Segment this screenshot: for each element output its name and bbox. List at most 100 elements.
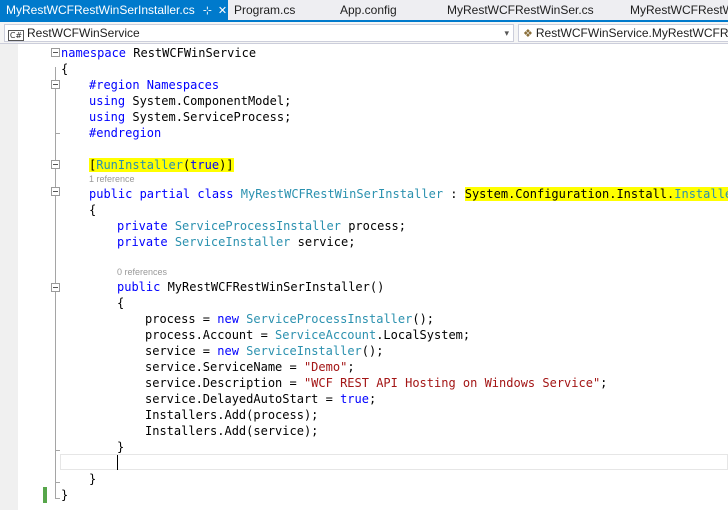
punctuation: : [443, 187, 465, 201]
code-line-statement: service.Description = "WCF REST API Host… [145, 375, 607, 391]
code-text: .LocalSystem; [376, 328, 471, 342]
codelens-references[interactable]: 1 reference [89, 173, 135, 185]
code-line-statement: service = new ServiceInstaller(); [145, 343, 383, 359]
collapse-region-icon[interactable] [51, 80, 60, 89]
highlight-mark: [RunInstaller(true)] [89, 158, 234, 172]
namespace-name: System.Configuration.Install. [464, 187, 675, 201]
keyword: new [217, 312, 239, 326]
outline-guide [55, 91, 56, 133]
outline-guide-end [55, 482, 60, 483]
tab-label: Program.cs [234, 3, 296, 17]
document-tab-strip: MyRestWCFRestWinSerInstaller.cs ⊹ ✕ Progra… [0, 0, 728, 22]
collapse-attribute-icon[interactable] [51, 160, 60, 169]
type-name: Installer [674, 187, 728, 201]
type-dropdown[interactable]: ❖ RestWCFWinService.MyRestWCFRes [518, 24, 728, 42]
code-line-attribute: [RunInstaller(true)] [89, 157, 234, 173]
pin-icon[interactable]: ⊹ [203, 5, 212, 17]
keyword: true [190, 158, 220, 172]
glyph-margin [0, 44, 18, 510]
code-text: process = [145, 312, 218, 326]
type-name: ServiceInstaller [174, 235, 291, 249]
code-line-namespace: namespace RestWCFWinService [61, 45, 256, 61]
close-icon[interactable]: ✕ [218, 5, 227, 17]
code-line-brace: } [61, 488, 69, 502]
code-line-statement: service.DelayedAutoStart = true; [145, 391, 376, 407]
keyword: using [89, 94, 126, 108]
type-name: RunInstaller [96, 158, 183, 172]
collapse-constructor-icon[interactable] [51, 283, 60, 292]
constructor-name: MyRestWCFRestWinSerInstaller() [160, 280, 385, 294]
keyword: new [217, 344, 239, 358]
code-text: process.Account = [145, 328, 276, 342]
code-line-brace: } [117, 440, 125, 454]
change-indicator [43, 487, 47, 503]
project-dropdown[interactable]: C# RestWCFWinService ▾ [4, 24, 514, 42]
tab-label: MyRestWCFRestWi [630, 3, 728, 17]
tab-myrestwcfrestwinserinstaller[interactable]: MyRestWCFRestWinSerInstaller.cs ⊹ ✕ [0, 0, 228, 20]
project-dropdown-value: RestWCFWinService [27, 26, 140, 40]
code-text: service.Description = [145, 376, 304, 390]
class-name: MyRestWCFRestWinSerInstaller [240, 187, 444, 201]
code-line-brace: { [89, 203, 97, 217]
code-line-brace: } [89, 472, 97, 486]
outline-guide-end [55, 498, 60, 499]
code-line-class-declaration: public partial class MyRestWCFRestWinSer… [89, 186, 728, 202]
code-line-field: private ServiceProcessInstaller process; [117, 218, 406, 234]
keyword: using [89, 110, 126, 124]
code-line-field: private ServiceInstaller service; [117, 234, 355, 250]
chevron-down-icon: ▾ [504, 28, 509, 38]
text-caret [117, 455, 118, 470]
keyword: private [117, 219, 168, 233]
current-line-highlight [60, 454, 728, 470]
keyword: partial [132, 187, 191, 201]
outline-guide [55, 171, 56, 183]
keyword: true [340, 392, 369, 406]
string-literal: "WCF REST API Hosting on Windows Service… [303, 376, 601, 390]
tab-app-config[interactable]: App.config [334, 0, 403, 20]
code-line-statement: Installers.Add(process); [145, 408, 319, 422]
collapse-class-icon[interactable] [51, 187, 60, 196]
class-icon: ❖ [523, 28, 533, 40]
codelens-references[interactable]: 0 references [117, 266, 167, 278]
type-dropdown-value: RestWCFWinService.MyRestWCFRes [535, 26, 728, 40]
collapse-namespace-icon[interactable] [51, 48, 60, 57]
tab-myrestwcfrestwi[interactable]: MyRestWCFRestWi [624, 0, 728, 20]
code-text: (); [361, 344, 384, 358]
code-line-constructor: public MyRestWCFRestWinSerInstaller() [117, 279, 384, 295]
region-directive: #region Namespaces [89, 78, 220, 92]
punctuation: )] [219, 158, 234, 172]
code-line-brace: { [117, 296, 125, 310]
code-editor[interactable]: namespace RestWCFWinService { #region Na… [0, 44, 728, 510]
endregion-directive: #endregion [89, 126, 162, 140]
keyword: private [117, 235, 168, 249]
code-line-statement: Installers.Add(service); [145, 424, 319, 438]
type-name: ServiceProcessInstaller [246, 312, 413, 326]
code-line-using: using System.ComponentModel; [89, 93, 291, 109]
code-text: service.DelayedAutoStart = [145, 392, 341, 406]
code-line-using: using System.ServiceProcess; [89, 109, 291, 125]
code-line-statement: service.ServiceName = "Demo"; [145, 359, 355, 375]
code-text: ; [347, 360, 355, 374]
code-line-endregion: #endregion [89, 125, 161, 141]
tab-program-cs[interactable]: Program.cs [228, 0, 301, 20]
code-text: (); [412, 312, 435, 326]
type-name: ServiceAccount [275, 328, 377, 342]
field-name: service; [290, 235, 356, 249]
code-text: ; [368, 392, 377, 406]
code-line-statement: process.Account = ServiceAccount.LocalSy… [145, 327, 470, 343]
csharp-file-icon: C# [8, 30, 24, 41]
tab-label: App.config [340, 3, 397, 17]
field-name: process; [340, 219, 407, 233]
code-text: service.ServiceName = [145, 360, 304, 374]
keyword: class [190, 187, 234, 201]
tab-label: MyRestWCFRestWinSerInstaller.cs [6, 3, 195, 17]
keyword: public [117, 280, 161, 294]
code-line-brace: { [61, 62, 69, 76]
code-line-statement: process = new ServiceProcessInstaller(); [145, 311, 434, 327]
tab-myrestwcfrestwinser-cs[interactable]: MyRestWCFRestWinSer.cs [441, 0, 600, 20]
code-text: service = [145, 344, 218, 358]
using-namespace: System.ComponentModel; [125, 94, 292, 108]
type-name: ServiceInstaller [246, 344, 362, 358]
